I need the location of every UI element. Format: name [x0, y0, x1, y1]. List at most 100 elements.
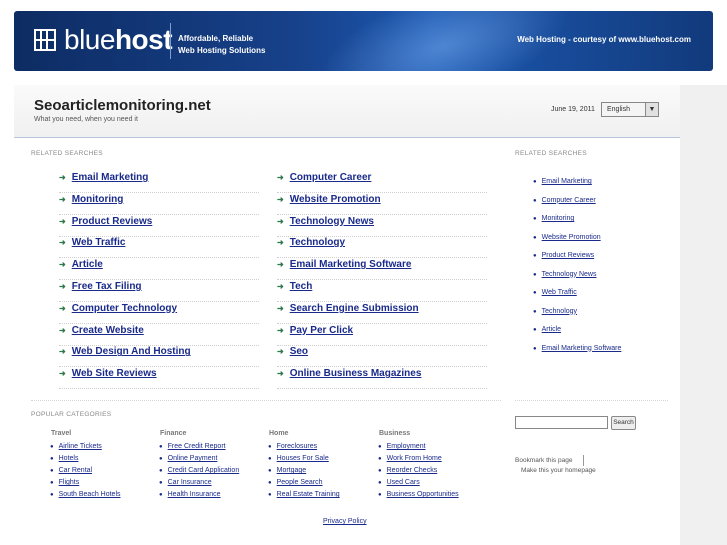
category-item[interactable]: ● Work From Home	[378, 455, 442, 462]
related-link[interactable]: Technology	[290, 237, 345, 248]
sidebar-link[interactable]: Computer Career	[542, 197, 596, 204]
related-link[interactable]: Computer Career	[290, 172, 372, 183]
sidebar-item[interactable]: ● Technology	[533, 308, 577, 315]
related-item[interactable]: ➜ Online Business Magazines	[277, 368, 487, 390]
bluehost-logo[interactable]: bluehost	[34, 25, 173, 55]
category-item[interactable]: ● Business Opportunities	[378, 491, 459, 498]
category-link[interactable]: Car Rental	[59, 467, 92, 474]
sidebar-item[interactable]: ● Email Marketing Software	[533, 345, 621, 352]
category-link[interactable]: Real Estate Training	[277, 491, 340, 498]
sidebar-link[interactable]: Monitoring	[542, 215, 575, 222]
related-link[interactable]: Article	[72, 259, 103, 270]
related-link[interactable]: Monitoring	[72, 194, 124, 205]
sidebar-item[interactable]: ● Email Marketing	[533, 178, 592, 185]
sidebar-link[interactable]: Email Marketing Software	[542, 345, 622, 352]
related-link[interactable]: Product Reviews	[72, 216, 153, 227]
related-item[interactable]: ➜ Product Reviews	[59, 216, 259, 237]
sidebar-item[interactable]: ● Monitoring	[533, 215, 574, 222]
related-link[interactable]: Online Business Magazines	[290, 368, 422, 379]
related-item[interactable]: ➜ Email Marketing Software	[277, 259, 487, 281]
sidebar-item[interactable]: ● Article	[533, 326, 561, 333]
related-item[interactable]: ➜ Article	[59, 259, 259, 281]
related-item[interactable]: ➜ Technology News	[277, 216, 487, 237]
search-input[interactable]	[515, 416, 608, 429]
related-item[interactable]: ➜ Create Website	[59, 325, 259, 346]
dropdown-arrow-icon[interactable]: ▼	[645, 103, 658, 116]
category-item[interactable]: ● Hotels	[50, 455, 78, 462]
related-link[interactable]: Web Design And Hosting	[72, 346, 191, 357]
sidebar-link[interactable]: Website Promotion	[542, 234, 601, 241]
category-link[interactable]: Health Insurance	[168, 491, 221, 498]
sidebar-link[interactable]: Technology	[542, 308, 577, 315]
sidebar-item[interactable]: ● Technology News	[533, 271, 597, 278]
category-item[interactable]: ● Houses For Sale	[268, 455, 329, 462]
category-item[interactable]: ● Reorder Checks	[378, 467, 437, 474]
related-item[interactable]: ➜ Tech	[277, 281, 487, 302]
related-item[interactable]: ➜ Computer Career	[277, 172, 487, 193]
category-link[interactable]: Car Insurance	[168, 479, 212, 486]
courtesy-link[interactable]: Web Hosting - courtesy of www.bluehost.c…	[517, 35, 691, 44]
related-item[interactable]: ➜ Technology	[277, 237, 487, 259]
related-item[interactable]: ➜ Pay Per Click	[277, 325, 487, 346]
category-item[interactable]: ● Free Credit Report	[159, 443, 226, 450]
related-item[interactable]: ➜ Seo	[277, 346, 487, 368]
related-link[interactable]: Web Site Reviews	[72, 368, 157, 379]
related-item[interactable]: ➜ Search Engine Submission	[277, 303, 487, 324]
related-link[interactable]: Email Marketing	[72, 172, 149, 183]
related-link[interactable]: Seo	[290, 346, 308, 357]
category-item[interactable]: ● Health Insurance	[159, 491, 221, 498]
privacy-policy-text[interactable]: Privacy Policy	[323, 518, 367, 525]
related-link[interactable]: Search Engine Submission	[290, 303, 419, 314]
language-select[interactable]: English ▼	[601, 102, 659, 117]
category-item[interactable]: ● Mortgage	[268, 467, 306, 474]
sidebar-link[interactable]: Web Traffic	[542, 289, 577, 296]
related-item[interactable]: ➜ Monitoring	[59, 194, 259, 215]
category-item[interactable]: ● Car Rental	[50, 467, 92, 474]
privacy-policy-link[interactable]: Privacy Policy	[323, 518, 367, 525]
related-item[interactable]: ➜ Web Traffic	[59, 237, 259, 259]
category-link[interactable]: Business Opportunities	[387, 491, 459, 498]
category-link[interactable]: South Beach Hotels	[59, 491, 121, 498]
sidebar-item[interactable]: ● Website Promotion	[533, 234, 601, 241]
category-item[interactable]: ● Online Payment	[159, 455, 217, 462]
category-link[interactable]: Online Payment	[168, 455, 218, 462]
category-item[interactable]: ● Car Insurance	[159, 479, 212, 486]
category-link[interactable]: Flights	[59, 479, 80, 486]
category-link[interactable]: Foreclosures	[277, 443, 317, 450]
related-item[interactable]: ➜ Email Marketing	[59, 172, 259, 193]
related-item[interactable]: ➜ Web Site Reviews	[59, 368, 259, 390]
category-link[interactable]: Airline Tickets	[59, 443, 102, 450]
category-link[interactable]: Reorder Checks	[387, 467, 438, 474]
category-link[interactable]: Work From Home	[387, 455, 442, 462]
category-item[interactable]: ● Flights	[50, 479, 79, 486]
category-item[interactable]: ● Credit Card Application	[159, 467, 239, 474]
sidebar-item[interactable]: ● Computer Career	[533, 197, 596, 204]
category-item[interactable]: ● Employment	[378, 443, 426, 450]
related-link[interactable]: Web Traffic	[72, 237, 126, 248]
category-link[interactable]: Mortgage	[277, 467, 307, 474]
sidebar-link[interactable]: Email Marketing	[542, 178, 592, 185]
category-item[interactable]: ● Used Cars	[378, 479, 420, 486]
category-item[interactable]: ● Foreclosures	[268, 443, 317, 450]
related-item[interactable]: ➜ Web Design And Hosting	[59, 346, 259, 368]
related-link[interactable]: Email Marketing Software	[290, 259, 412, 270]
search-button[interactable]: Search	[611, 416, 636, 430]
category-link[interactable]: People Search	[277, 479, 323, 486]
category-link[interactable]: Credit Card Application	[168, 467, 240, 474]
related-link[interactable]: Pay Per Click	[290, 325, 353, 336]
sidebar-item[interactable]: ● Web Traffic	[533, 289, 577, 296]
category-item[interactable]: ● Airline Tickets	[50, 443, 102, 450]
category-link[interactable]: Free Credit Report	[168, 443, 226, 450]
sidebar-link[interactable]: Article	[542, 326, 561, 333]
related-link[interactable]: Technology News	[290, 216, 374, 227]
sidebar-link[interactable]: Technology News	[542, 271, 597, 278]
sidebar-link[interactable]: Product Reviews	[542, 252, 595, 259]
related-item[interactable]: ➜ Computer Technology	[59, 303, 259, 324]
category-item[interactable]: ● People Search	[268, 479, 323, 486]
related-link[interactable]: Free Tax Filing	[72, 281, 142, 292]
sidebar-item[interactable]: ● Product Reviews	[533, 252, 594, 259]
category-link[interactable]: Hotels	[59, 455, 79, 462]
related-item[interactable]: ➜ Website Promotion	[277, 194, 487, 215]
related-link[interactable]: Tech	[290, 281, 313, 292]
category-link[interactable]: Houses For Sale	[277, 455, 329, 462]
